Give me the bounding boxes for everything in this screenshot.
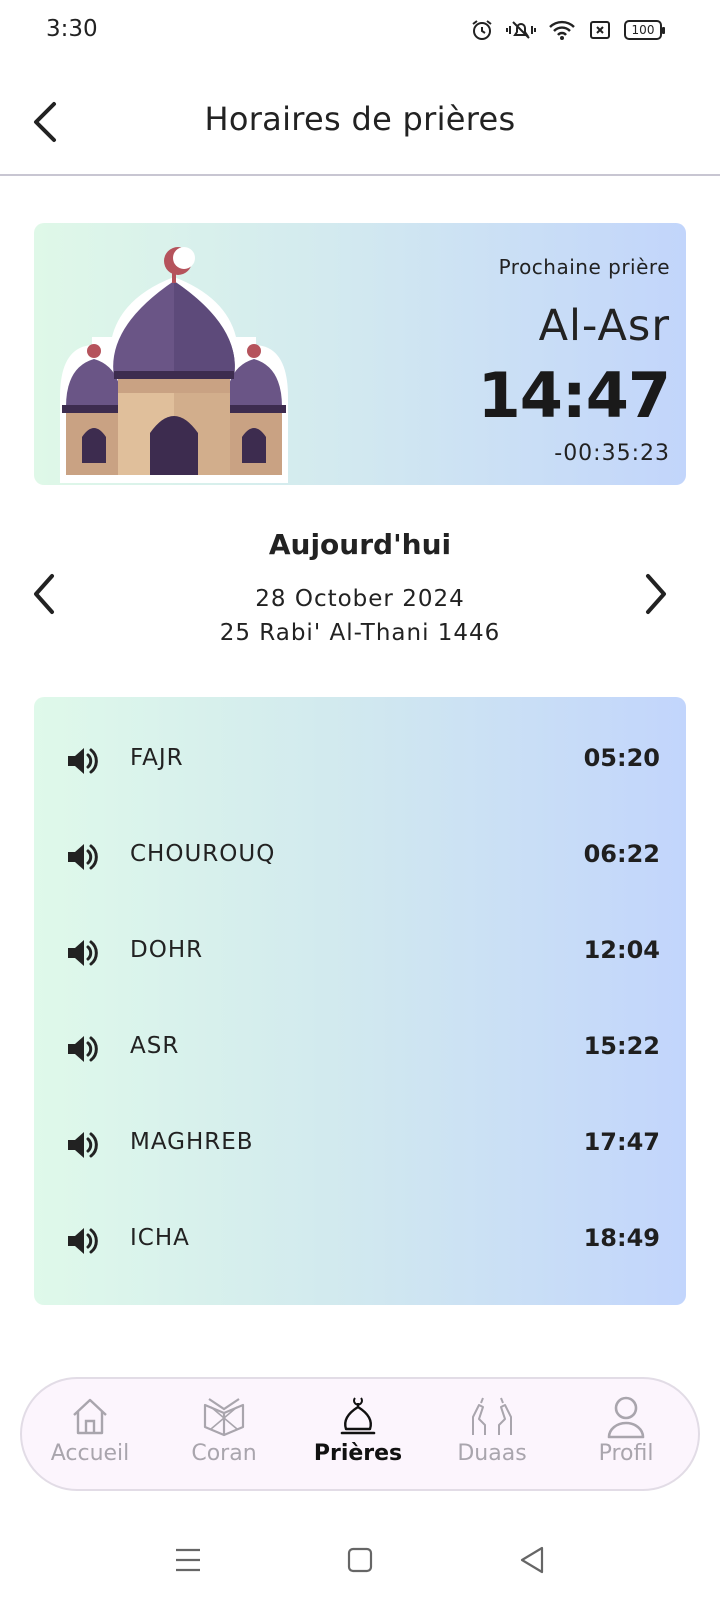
status-bar: 3:30 100	[0, 0, 720, 64]
chevron-right-icon	[646, 574, 666, 614]
speaker-icon[interactable]	[64, 935, 100, 971]
prayer-name: ASR	[130, 1033, 180, 1059]
prayer-time: 06:22	[583, 840, 660, 868]
sim-off-icon	[590, 21, 610, 39]
status-time: 3:30	[46, 16, 98, 42]
next-prayer-card: Prochaine prière Al-Asr 14:47 -00:35:23	[34, 223, 686, 485]
home-icon	[73, 1398, 107, 1435]
wifi-icon	[549, 20, 575, 40]
day-label: Aujourd'hui	[268, 528, 452, 561]
square-icon	[347, 1547, 373, 1573]
nav-label: Accueil	[50, 1441, 130, 1466]
back-system-button[interactable]	[512, 1540, 552, 1580]
nav-item-duaas[interactable]: Duaas	[424, 1379, 560, 1489]
speaker-icon[interactable]	[64, 743, 100, 779]
nav-label: Coran	[191, 1441, 257, 1466]
triangle-back-icon	[520, 1546, 544, 1574]
speaker-icon[interactable]	[64, 839, 100, 875]
prayer-row-fajr: FAJR 05:20	[34, 731, 686, 791]
system-navigation-bar	[0, 1520, 720, 1600]
prayer-time: 17:47	[583, 1128, 660, 1156]
nav-item-prieres[interactable]: Prières	[290, 1379, 426, 1489]
prayer-name: FAJR	[130, 745, 184, 771]
speaker-icon[interactable]	[64, 1031, 100, 1067]
prayer-times-list: FAJR 05:20 CHOUROUQ 06:22 DOHR 12:04 ASR…	[34, 697, 686, 1305]
date-navigator: Aujourd'hui 28 October 2024 25 Rabi' Al-…	[0, 528, 720, 658]
chevron-left-icon	[34, 574, 54, 614]
vibrate-mute-icon	[506, 21, 536, 39]
next-prayer-label: Prochaine prière	[498, 255, 670, 279]
prayer-time: 05:20	[583, 744, 660, 772]
nav-item-accueil[interactable]: Accueil	[22, 1379, 158, 1489]
app-bar: Horaires de prières	[0, 64, 720, 176]
alarm-icon	[472, 20, 492, 40]
battery-indicator: 100	[624, 20, 665, 40]
prayer-row-icha: ICHA 18:49	[34, 1211, 686, 1271]
praying-hands-icon	[472, 1397, 512, 1435]
nav-label: Profil	[598, 1441, 654, 1466]
nav-label: Prières	[313, 1441, 403, 1466]
nav-item-profil[interactable]: Profil	[558, 1379, 694, 1489]
next-prayer-time: 14:47	[477, 359, 671, 432]
home-system-button[interactable]	[340, 1540, 380, 1580]
next-prayer-name: Al-Asr	[538, 301, 670, 351]
profile-icon	[607, 1396, 645, 1439]
nav-item-coran[interactable]: Coran	[156, 1379, 292, 1489]
hijri-date: 25 Rabi' Al-Thani 1446	[219, 620, 501, 646]
next-day-button[interactable]	[636, 570, 672, 618]
quran-book-icon	[203, 1398, 245, 1437]
prayer-time: 12:04	[583, 936, 660, 964]
prayer-row-maghreb: MAGHREB 17:47	[34, 1115, 686, 1175]
menu-icon	[176, 1548, 200, 1572]
prayer-time: 18:49	[583, 1224, 660, 1252]
prayer-row-dohr: DOHR 12:04	[34, 923, 686, 983]
prayer-row-chourouq: CHOUROUQ 06:22	[34, 827, 686, 887]
gregorian-date: 28 October 2024	[255, 586, 465, 612]
prayer-time: 15:22	[583, 1032, 660, 1060]
recent-apps-button[interactable]	[168, 1540, 208, 1580]
nav-label: Duaas	[457, 1441, 527, 1466]
mosque-dome-icon	[340, 1397, 376, 1435]
speaker-icon[interactable]	[64, 1223, 100, 1259]
prayer-row-asr: ASR 15:22	[34, 1019, 686, 1079]
prayer-name: CHOUROUQ	[130, 841, 276, 867]
prayer-name: ICHA	[130, 1225, 190, 1251]
speaker-icon[interactable]	[64, 1127, 100, 1163]
prayer-name: MAGHREB	[130, 1129, 254, 1155]
page-title: Horaires de prières	[204, 100, 516, 138]
status-icons: 100	[470, 18, 665, 42]
mosque-illustration	[60, 247, 288, 483]
next-prayer-countdown: -00:35:23	[554, 441, 670, 466]
prayer-name: DOHR	[130, 937, 204, 963]
previous-day-button[interactable]	[28, 570, 64, 618]
bottom-navigation: Accueil Coran Prières Duaas Profil	[20, 1377, 700, 1491]
